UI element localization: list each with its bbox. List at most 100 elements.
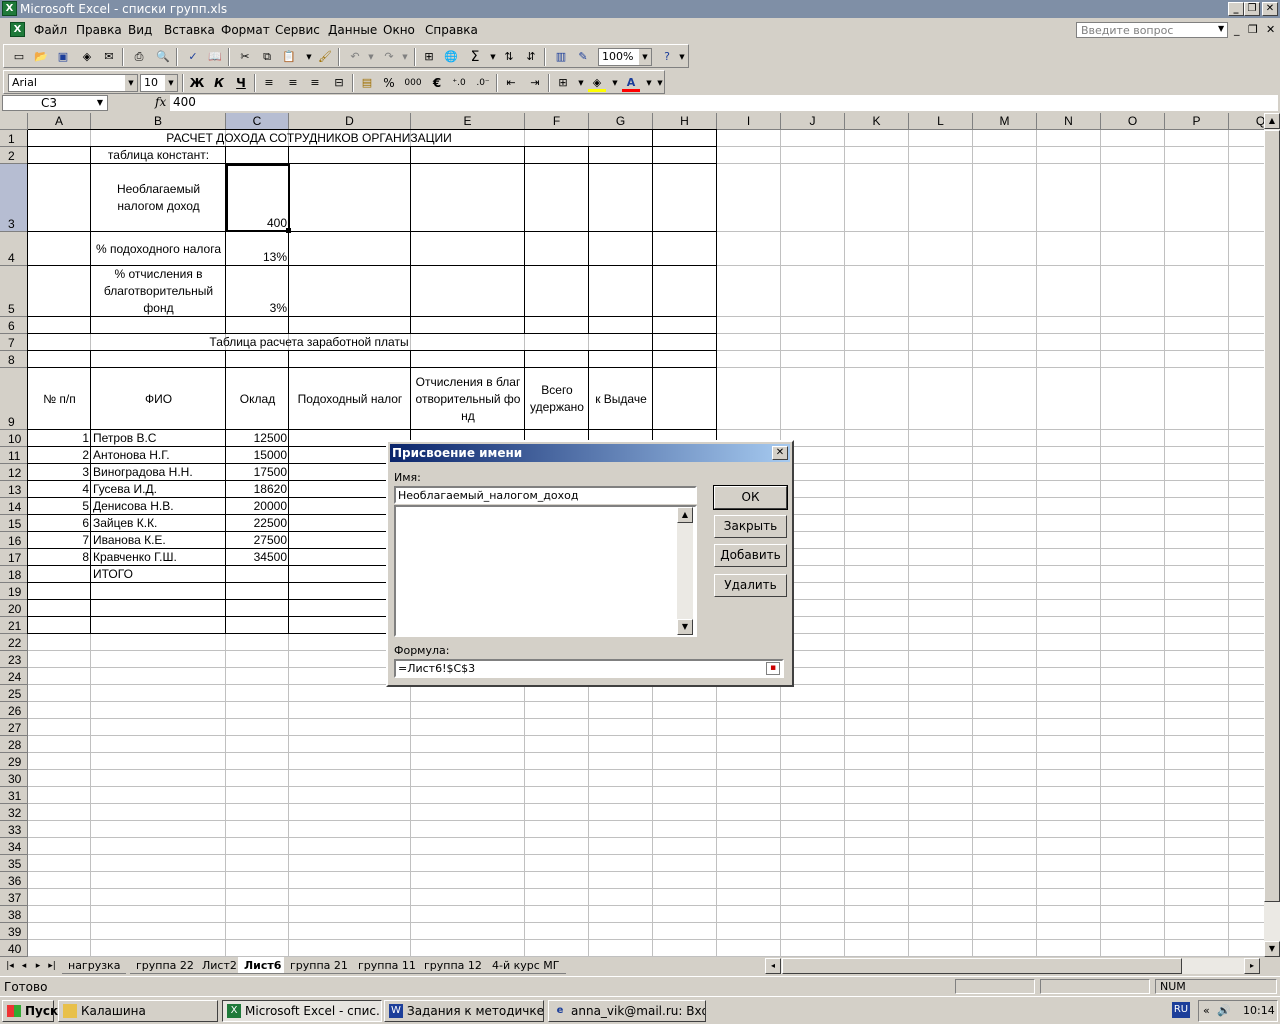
employee-number[interactable]: 7 <box>28 532 91 549</box>
column-header[interactable]: C <box>226 113 289 130</box>
hyperlink-icon[interactable]: ⊞ <box>420 48 438 66</box>
column-header[interactable]: G <box>589 113 653 130</box>
scroll-up-icon[interactable]: ▲ <box>1264 113 1280 129</box>
hscroll-thumb[interactable] <box>782 958 1182 974</box>
row-header[interactable]: 17 <box>0 549 28 566</box>
menu-file[interactable]: Файл <box>34 23 67 37</box>
row-header[interactable]: 30 <box>0 770 28 787</box>
row-header[interactable]: 7 <box>0 334 28 351</box>
c4-value[interactable]: 13% <box>226 249 289 266</box>
merge-center-icon[interactable]: ⊟ <box>330 74 348 92</box>
toolbar-options-icon[interactable]: ▼ <box>656 74 664 92</box>
row-header[interactable]: 25 <box>0 685 28 702</box>
language-indicator[interactable]: RU <box>1172 1002 1190 1018</box>
chevron-down-icon[interactable]: ▼ <box>93 96 107 110</box>
row-header[interactable]: 34 <box>0 838 28 855</box>
employee-name[interactable]: Виноградова Н.Н. <box>91 464 226 481</box>
column-header[interactable]: M <box>973 113 1037 130</box>
borders-icon[interactable]: ⊞ <box>554 74 572 92</box>
list-scroll-track[interactable] <box>677 523 693 619</box>
print-preview-icon[interactable]: 🔍 <box>154 48 172 66</box>
column-header[interactable]: E <box>411 113 525 130</box>
table-title[interactable]: Таблица расчета заработной платы <box>28 334 590 351</box>
first-sheet-icon[interactable]: |◂ <box>4 959 16 973</box>
fill-color-icon[interactable]: ◈ <box>588 74 606 92</box>
row-header[interactable]: 27 <box>0 719 28 736</box>
employee-name[interactable]: Денисова Н.В. <box>91 498 226 515</box>
header-income-tax[interactable]: Подоходный налог <box>289 368 411 430</box>
sheet-tab[interactable]: Лист6 <box>238 957 288 974</box>
zoom-select[interactable]: 100% ▼ <box>598 48 652 66</box>
permission-icon[interactable]: ◈ <box>78 48 96 66</box>
employee-name[interactable]: Кравченко Г.Ш. <box>91 549 226 566</box>
employee-name[interactable]: Петров В.С <box>91 430 226 447</box>
names-list[interactable]: ▲ ▼ <box>394 505 697 637</box>
sort-descending-icon[interactable]: ⇵ <box>522 48 540 66</box>
row-header[interactable]: 18 <box>0 566 28 583</box>
c4-label[interactable]: % подоходного налога <box>91 232 226 266</box>
font-size-select[interactable]: 10 ▼ <box>140 74 178 92</box>
select-all-corner[interactable] <box>0 113 28 130</box>
fill-handle[interactable] <box>286 228 291 233</box>
formula-field[interactable]: =Лист6!$C$3 <box>394 659 784 678</box>
toolbar-options-icon[interactable]: ▼ <box>678 48 686 66</box>
c5-label[interactable]: % отчисления в благотворительный фонд <box>91 266 226 317</box>
employee-name[interactable]: Зайцев К.К. <box>91 515 226 532</box>
header-salary[interactable]: Оклад <box>226 368 289 430</box>
employee-salary[interactable]: 12500 <box>226 430 289 447</box>
email-icon[interactable]: ✉ <box>100 48 118 66</box>
row-header[interactable]: 39 <box>0 923 28 940</box>
column-header[interactable]: N <box>1037 113 1101 130</box>
column-header[interactable]: J <box>781 113 845 130</box>
c5-value[interactable]: 3% <box>226 300 289 317</box>
chart-wizard-icon[interactable]: ▥ <box>552 48 570 66</box>
employee-salary[interactable]: 34500 <box>226 549 289 566</box>
name-box[interactable]: C3 ▼ <box>2 95 108 111</box>
row-header[interactable]: 5 <box>0 266 28 317</box>
row-header[interactable]: 26 <box>0 702 28 719</box>
row-header[interactable]: 6 <box>0 317 28 334</box>
menu-tools[interactable]: Сервис <box>275 23 320 37</box>
task-word[interactable]: W Задания к методичке.d... <box>384 1000 544 1022</box>
column-header[interactable]: Q <box>1229 113 1264 130</box>
row-header[interactable]: 20 <box>0 600 28 617</box>
column-header[interactable]: F <box>525 113 589 130</box>
sort-ascending-icon[interactable]: ⇅ <box>500 48 518 66</box>
percent-button[interactable]: % <box>380 74 398 92</box>
align-center-icon[interactable]: ≡ <box>284 74 302 92</box>
prev-sheet-icon[interactable]: ◂ <box>18 959 30 973</box>
employee-number[interactable]: 4 <box>28 481 91 498</box>
row-header[interactable]: 16 <box>0 532 28 549</box>
doc-minimize-button[interactable]: _ <box>1234 23 1240 36</box>
row-header[interactable]: 3 <box>0 164 28 232</box>
column-header[interactable]: A <box>28 113 91 130</box>
horizontal-scrollbar[interactable]: ◂ ▸ <box>765 958 1260 974</box>
row-header[interactable]: 28 <box>0 736 28 753</box>
help-search-input[interactable]: Введите вопрос <box>1076 22 1228 38</box>
sheet-title[interactable]: РАСЧЕТ ДОХОДА СОТРУДНИКОВ ОРГАНИЗАЦИИ <box>28 130 590 147</box>
scroll-right-icon[interactable]: ▸ <box>1244 958 1260 974</box>
chevron-down-icon[interactable]: ▼ <box>165 75 177 91</box>
row-header[interactable]: 2 <box>0 147 28 164</box>
c3-label[interactable]: Необлагаемый налогом доход <box>91 164 226 232</box>
row-header[interactable]: 29 <box>0 753 28 770</box>
task-excel[interactable]: X Microsoft Excel - спис... <box>222 1000 382 1022</box>
header-num[interactable]: № п/п <box>28 368 91 430</box>
redo-dropdown-icon[interactable]: ▼ <box>396 48 414 66</box>
volume-icon[interactable]: 🔊 <box>1217 1004 1231 1017</box>
name-input[interactable]: Необлагаемый_налогом_доход <box>394 486 697 504</box>
sheet-tab[interactable]: нагрузка <box>62 957 127 974</box>
column-header[interactable]: K <box>845 113 909 130</box>
doc-restore-button[interactable]: ❐ <box>1248 23 1258 36</box>
function-icon[interactable]: fx <box>155 95 166 109</box>
employee-salary[interactable]: 15000 <box>226 447 289 464</box>
decrease-indent-icon[interactable]: ⇤ <box>502 74 520 92</box>
task-browser[interactable]: e anna_vik@mail.ru: Вход... <box>548 1000 706 1022</box>
thousands-button[interactable]: 000 <box>404 74 422 92</box>
column-header[interactable]: I <box>717 113 781 130</box>
employee-number[interactable]: 3 <box>28 464 91 481</box>
column-header[interactable]: D <box>289 113 411 130</box>
row-header[interactable]: 40 <box>0 940 28 957</box>
formula-input[interactable]: 400 <box>170 95 1278 111</box>
increase-decimal-icon[interactable]: ⁺.0 <box>450 74 468 92</box>
